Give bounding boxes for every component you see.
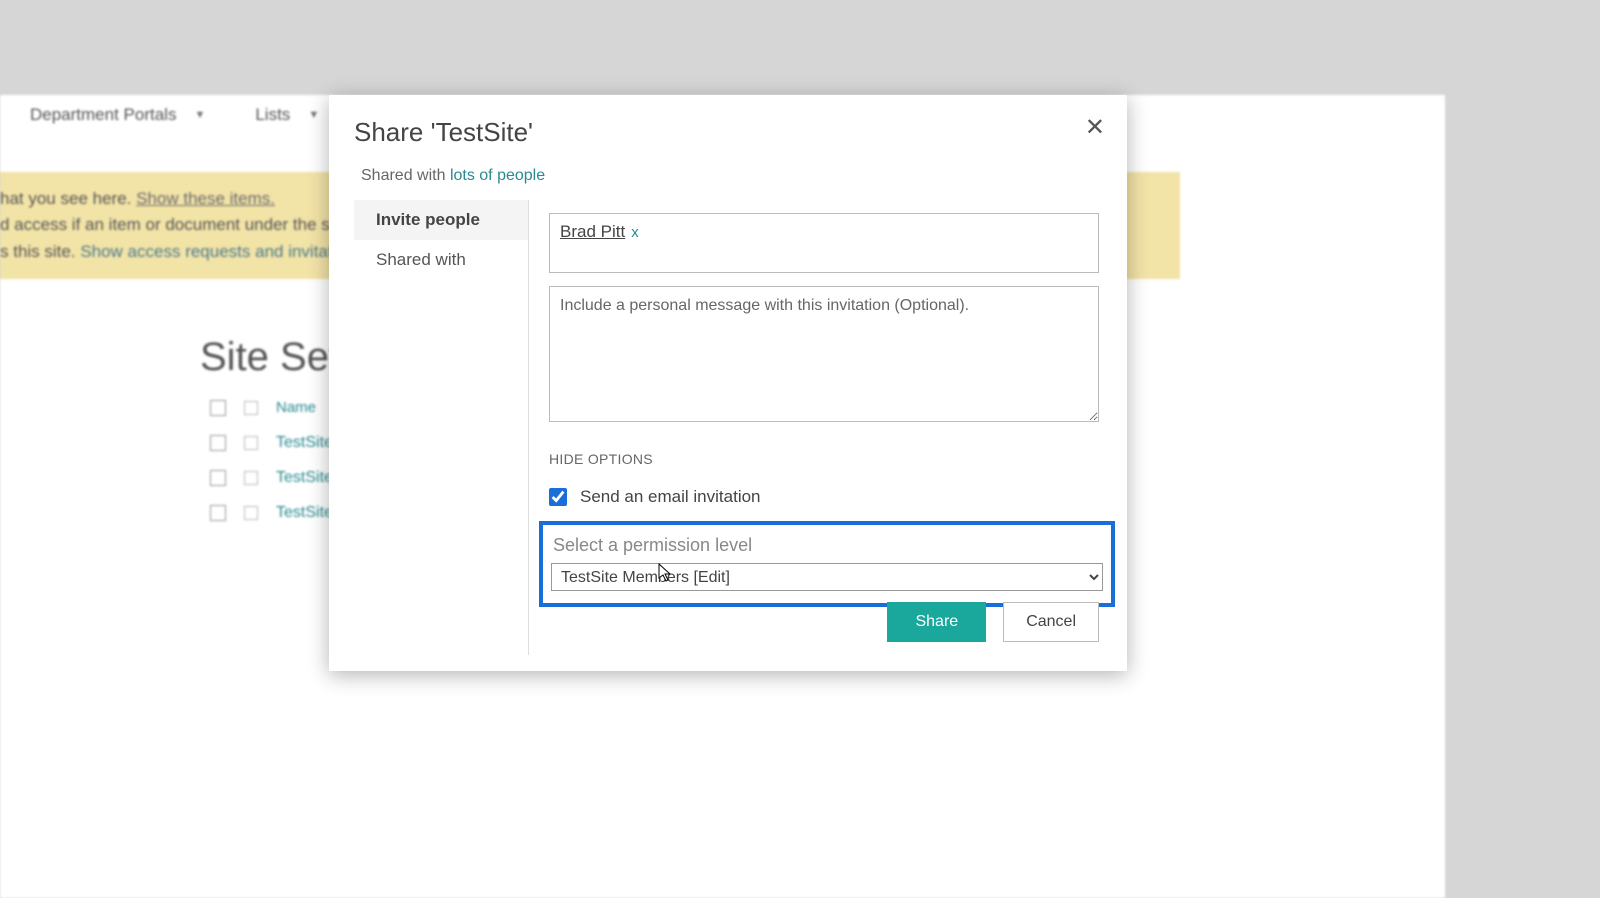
close-icon[interactable]: ✕ <box>1085 113 1105 142</box>
nav-dept-portals[interactable]: Department Portals ▼ <box>30 105 205 125</box>
top-nav: Department Portals ▼ Lists ▼ <box>30 105 319 125</box>
checkbox[interactable] <box>210 505 226 521</box>
hide-options-toggle[interactable]: HIDE OPTIONS <box>549 451 1099 467</box>
dialog-side-nav: Invite people Shared with <box>354 200 529 655</box>
shared-with-link[interactable]: lots of people <box>450 167 545 184</box>
row-name[interactable]: TestSite <box>276 469 333 487</box>
nav-label: Lists <box>255 105 290 125</box>
permission-label: Select a permission level <box>553 535 1103 556</box>
table-row[interactable]: TestSite <box>210 425 333 460</box>
nav-label: Department Portals <box>30 105 176 125</box>
checkbox[interactable] <box>244 436 258 450</box>
tab-shared-with[interactable]: Shared with <box>354 240 528 280</box>
table-row[interactable]: TestSite <box>210 460 333 495</box>
access-requests-link[interactable]: Show access requests and invitation <box>80 242 355 261</box>
person-chip: Brad Pitt x <box>560 222 639 242</box>
chevron-down-icon: ▼ <box>194 109 205 121</box>
row-name[interactable]: TestSite <box>276 504 333 522</box>
checkbox[interactable] <box>210 470 226 486</box>
table-header: Name <box>210 390 333 425</box>
tab-invite-people[interactable]: Invite people <box>354 200 528 240</box>
shared-with-summary: Shared with lots of people <box>361 167 545 185</box>
groups-table: Name TestSite TestSite TestSite <box>210 390 333 530</box>
person-name[interactable]: Brad Pitt <box>560 222 625 242</box>
nav-lists[interactable]: Lists ▼ <box>255 105 319 125</box>
select-all-checkbox[interactable] <box>210 400 226 416</box>
checkbox[interactable] <box>244 401 258 415</box>
table-row[interactable]: TestSite <box>210 495 333 530</box>
share-button[interactable]: Share <box>887 602 986 642</box>
chevron-down-icon: ▼ <box>308 109 319 121</box>
checkbox[interactable] <box>210 435 226 451</box>
share-dialog: Share 'TestSite' ✕ Shared with lots of p… <box>329 95 1127 671</box>
checkbox[interactable] <box>244 471 258 485</box>
message-input[interactable] <box>549 286 1099 422</box>
send-email-label: Send an email invitation <box>580 487 761 507</box>
cancel-button[interactable]: Cancel <box>1003 602 1099 642</box>
permission-highlight: Select a permission level TestSite Membe… <box>539 521 1115 607</box>
send-email-checkbox[interactable] <box>549 488 567 506</box>
checkbox[interactable] <box>244 506 258 520</box>
dialog-title: Share 'TestSite' <box>354 117 533 148</box>
people-picker[interactable]: Brad Pitt x <box>549 213 1099 273</box>
remove-person-icon[interactable]: x <box>631 224 639 241</box>
show-items-link[interactable]: Show these items. <box>136 189 275 208</box>
row-name[interactable]: TestSite <box>276 434 333 452</box>
permission-select[interactable]: TestSite Members [Edit] <box>551 563 1103 591</box>
col-name-header[interactable]: Name <box>276 399 316 416</box>
